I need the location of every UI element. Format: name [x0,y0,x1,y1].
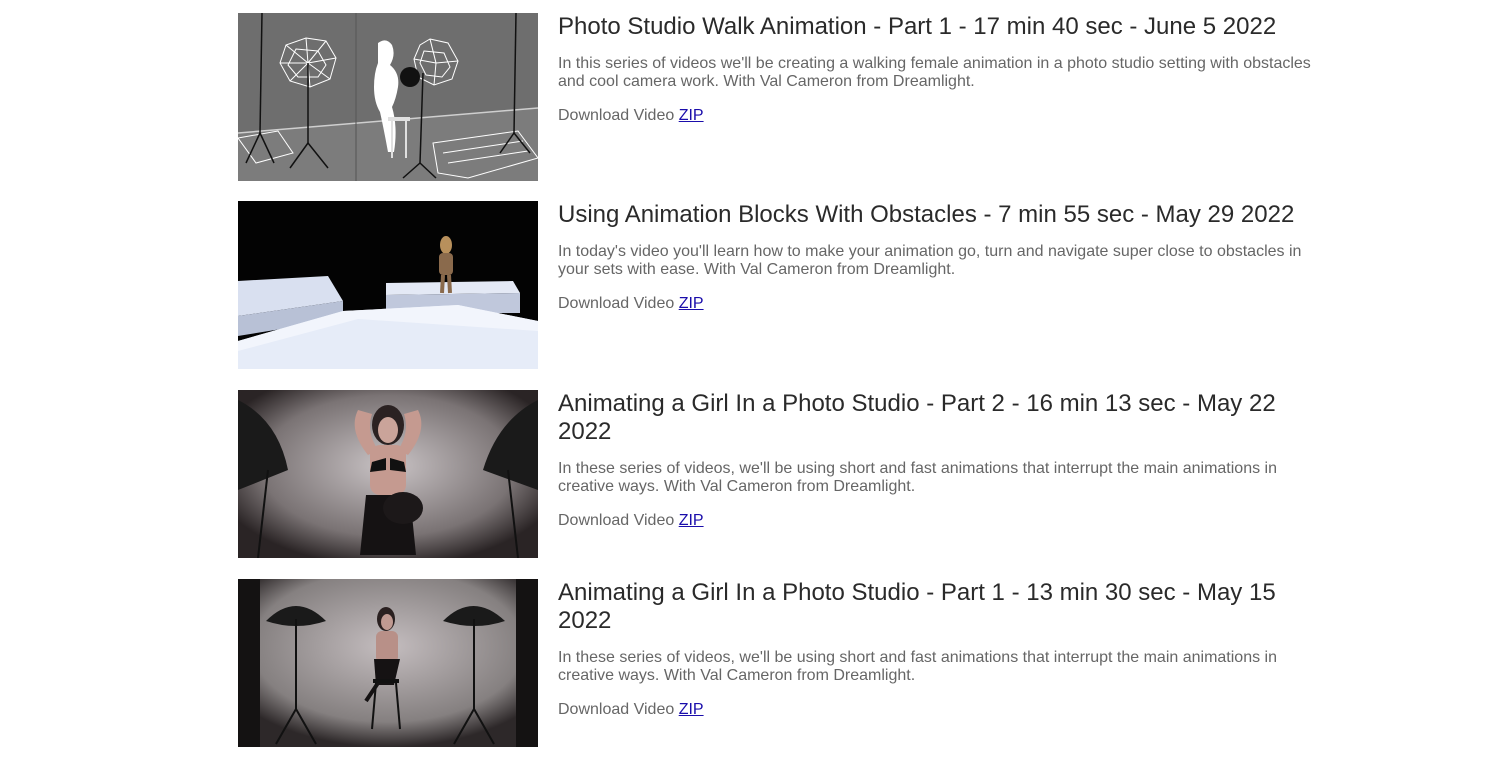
download-label: Download Video [558,107,675,124]
video-thumbnail[interactable] [238,579,538,747]
download-label: Download Video [558,701,675,718]
video-title: Animating a Girl In a Photo Studio - Par… [558,390,1276,445]
video-info: Photo Studio Walk Animation - Part 1 - 1… [558,13,1318,125]
zip-download-link[interactable]: ZIP [679,107,704,124]
video-item: Using Animation Blocks With Obstacles - … [238,201,1318,371]
video-title: Animating a Girl In a Photo Studio - Par… [558,579,1276,634]
video-item: Animating a Girl In a Photo Studio - Par… [238,390,1318,560]
video-description: In today's video you'll learn how to mak… [558,243,1302,278]
download-label: Download Video [558,512,675,529]
video-info: Using Animation Blocks With Obstacles - … [558,201,1318,313]
zip-download-link[interactable]: ZIP [679,512,704,529]
download-label: Download Video [558,295,675,312]
video-item: Animating a Girl In a Photo Studio - Par… [238,579,1318,749]
download-row: Download Video ZIP [558,107,1318,125]
video-description: In this series of videos we'll be creati… [558,55,1311,90]
zip-download-link[interactable]: ZIP [679,701,704,718]
video-description: In these series of videos, we'll be usin… [558,649,1277,684]
zip-download-link[interactable]: ZIP [679,295,704,312]
video-info: Animating a Girl In a Photo Studio - Par… [558,390,1318,530]
video-info: Animating a Girl In a Photo Studio - Par… [558,579,1318,719]
video-description: In these series of videos, we'll be usin… [558,460,1277,495]
video-thumbnail[interactable] [238,390,538,558]
download-row: Download Video ZIP [558,295,1318,313]
video-item: Photo Studio Walk Animation - Part 1 - 1… [238,13,1318,183]
video-title: Using Animation Blocks With Obstacles - … [558,201,1295,228]
download-row: Download Video ZIP [558,701,1318,719]
video-title: Photo Studio Walk Animation - Part 1 - 1… [558,13,1277,40]
video-thumbnail[interactable] [238,13,538,181]
download-row: Download Video ZIP [558,512,1318,530]
video-thumbnail[interactable] [238,201,538,369]
